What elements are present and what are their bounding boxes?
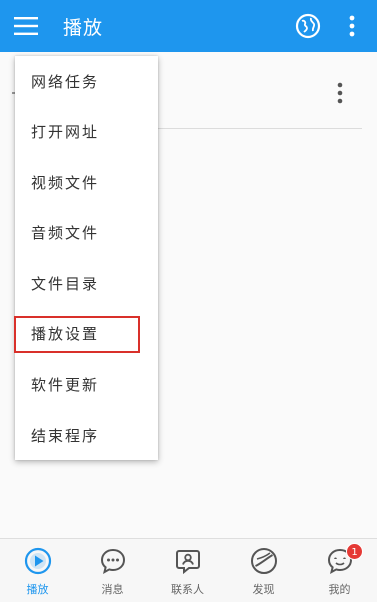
- nav-item-contacts[interactable]: 联系人: [150, 539, 225, 602]
- hamburger-menu-icon[interactable]: [12, 12, 40, 40]
- contacts-icon: [176, 550, 200, 575]
- nav-label-messages: 消息: [101, 583, 124, 596]
- menu-item-open-url[interactable]: 打开网址: [15, 106, 158, 156]
- globe-icon[interactable]: [294, 12, 322, 40]
- menu-item-video-files[interactable]: 视频文件: [15, 157, 158, 207]
- bottom-nav: 播放 消息 联系人 发现 1 我的: [0, 538, 377, 602]
- page-title: 播放: [63, 17, 104, 39]
- nav-item-messages[interactable]: 消息: [75, 539, 150, 602]
- menu-item-network-tasks[interactable]: 网络任务: [15, 56, 158, 106]
- app-header: 播放: [0, 0, 377, 52]
- notification-badge: 1: [346, 543, 363, 560]
- dropdown-menu: 网络任务 打开网址 视频文件 音频文件 文件目录 播放设置 软件更新 结束程序: [15, 56, 158, 460]
- nav-label-play: 播放: [26, 583, 49, 596]
- menu-item-exit-program[interactable]: 结束程序: [15, 410, 158, 460]
- nav-item-play[interactable]: 播放: [0, 539, 75, 602]
- discover-icon: [251, 548, 277, 574]
- message-icon: [100, 548, 126, 574]
- nav-item-profile[interactable]: 1 我的: [302, 539, 377, 602]
- nav-label-contacts: 联系人: [171, 583, 204, 596]
- play-icon: [24, 547, 52, 575]
- menu-item-file-directory[interactable]: 文件目录: [15, 258, 158, 308]
- nav-label-profile: 我的: [328, 583, 351, 596]
- menu-item-play-settings[interactable]: 播放设置: [15, 308, 158, 358]
- menu-item-software-update[interactable]: 软件更新: [15, 359, 158, 409]
- menu-item-audio-files[interactable]: 音频文件: [15, 207, 158, 257]
- app-root: 播放 网络任务 打开网址 视频文件 音频文件 文件目录 播放设置 软件更新 结束…: [0, 0, 377, 602]
- content-more-icon[interactable]: [330, 80, 350, 106]
- nav-label-discover: 发现: [252, 583, 275, 596]
- nav-item-discover[interactable]: 发现: [226, 539, 301, 602]
- more-vertical-icon[interactable]: [342, 12, 362, 40]
